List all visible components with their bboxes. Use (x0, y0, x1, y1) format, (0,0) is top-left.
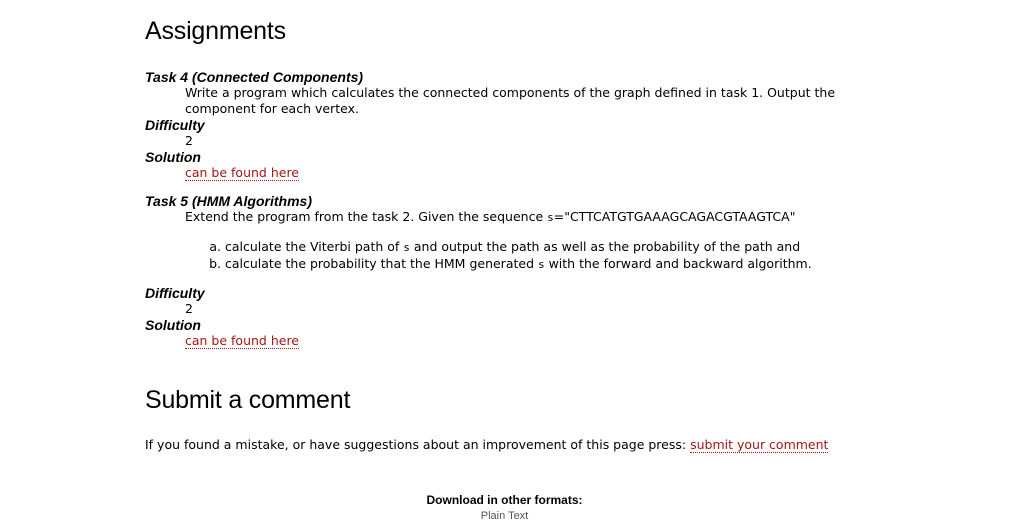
task5-subtask-a-var: s (403, 241, 410, 254)
task5-subtasks: calculate the Viterbi path of s and outp… (185, 239, 905, 273)
task5-subtask-a: calculate the Viterbi path of s and outp… (225, 239, 905, 256)
task4-solution-link[interactable]: can be found here (185, 165, 299, 181)
submit-comment-link[interactable]: submit your comment (690, 437, 829, 453)
task4-solution-label: Solution (145, 149, 201, 165)
task5-title: Task 5 (HMM Algorithms) (145, 193, 312, 209)
task5-description-pre: Extend the program from the task 2. Give… (185, 209, 548, 224)
task5-block: Task 5 (HMM Algorithms) Extend the progr… (145, 193, 905, 349)
comment-text: If you found a mistake, or have suggesti… (145, 437, 905, 453)
task4-solution: can be found here (185, 165, 905, 181)
submit-comment-heading: Submit a comment (145, 386, 351, 414)
task5-sequence-var: s (547, 211, 554, 224)
task5-subtask-a-text: calculate the Viterbi path of (225, 239, 404, 254)
task5-difficulty-label: Difficulty (145, 285, 205, 301)
task5-difficulty-value: 2 (185, 301, 193, 316)
task5-subtask-a-text-end: and output the path as well as the proba… (409, 239, 801, 254)
task5-solution-link[interactable]: can be found here (185, 333, 299, 349)
task5-description-post: ="CTTCATGTGAAAGCAGACGTAAGTCA" (553, 209, 796, 224)
assignments-heading: Assignments (145, 17, 286, 45)
task5-subtask-b-text: calculate the probability that the HMM g… (225, 256, 538, 271)
download-footer: Download in other formats: Plain Text (0, 493, 1009, 522)
task5-solution-label: Solution (145, 317, 201, 333)
task5-subtask-b-var: s (537, 258, 545, 271)
download-formats-link[interactable]: Plain Text (0, 510, 1009, 522)
main-content: Assignments Task 4 (Connected Components… (145, 14, 905, 453)
task4-difficulty-value: 2 (185, 133, 193, 148)
task5-description: Extend the program from the task 2. Give… (185, 209, 905, 273)
task4-difficulty-label: Difficulty (145, 117, 205, 133)
task5-solution: can be found here (185, 333, 905, 349)
comment-prompt: If you found a mistake, or have suggesti… (145, 437, 691, 452)
task5-subtask-b-text-end: with the forward and backward algorithm. (544, 256, 812, 271)
task4-description: Write a program which calculates the con… (185, 85, 836, 116)
task4-title: Task 4 (Connected Components) (145, 69, 364, 85)
task4-block: Task 4 (Connected Components) Write a pr… (145, 69, 905, 181)
download-title: Download in other formats: (426, 493, 583, 507)
task5-subtask-b: calculate the probability that the HMM g… (225, 256, 905, 273)
